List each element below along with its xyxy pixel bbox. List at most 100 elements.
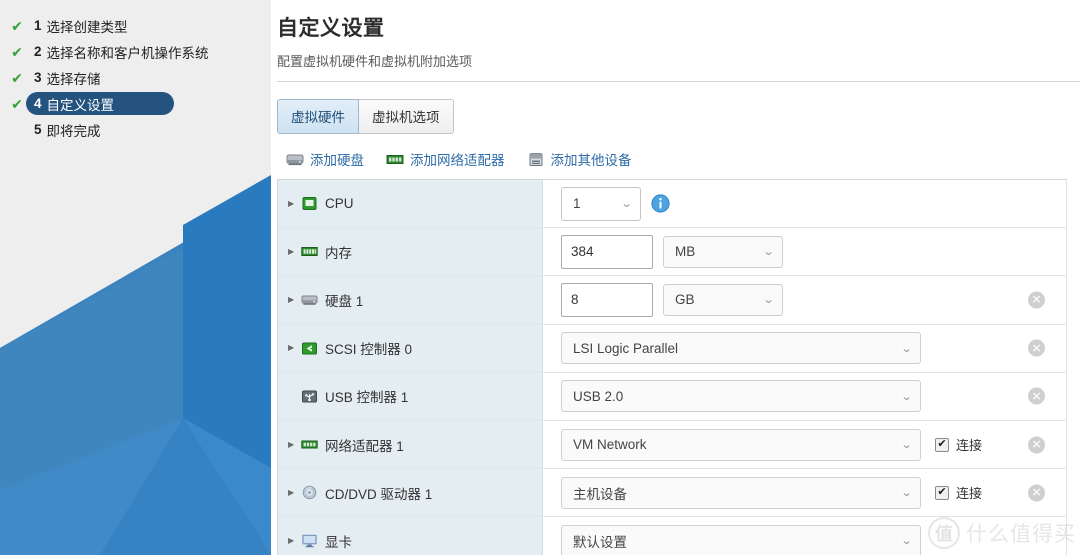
step-label: 选择存储 [46, 71, 101, 87]
memory-unit-select[interactable]: MB ⌄ [663, 235, 783, 268]
memory-size-value: 384 [571, 244, 594, 260]
connect-checkbox[interactable]: ✔ [935, 437, 949, 452]
info-icon[interactable] [651, 194, 670, 213]
step-number: 3 [34, 70, 42, 85]
table-row: ▶ 硬盘 1 8 GB ⌄ ✕ [278, 276, 1066, 325]
title-divider [277, 81, 1080, 82]
device-label-cell[interactable]: ▶ CD/DVD 驱动器 1 [278, 469, 543, 517]
chevron-right-icon[interactable]: ▶ [288, 199, 301, 208]
tab-vm-options[interactable]: 虚拟机选项 [359, 99, 454, 134]
table-row: ▶ CPU 1 ⌄ [278, 180, 1066, 229]
connect-option: ✔ 连接 [935, 435, 982, 454]
device-value-cell: 1 ⌄ [543, 180, 1066, 227]
video-card-value: 默认设置 [573, 534, 627, 550]
add-network-adapter-label: 添加网络适配器 [410, 153, 505, 168]
disk-unit-select[interactable]: GB ⌄ [663, 283, 783, 316]
other-device-icon [527, 152, 545, 167]
table-row: ▶ SCSI 控制器 0 LSI Logic Parallel ⌄ ✕ [278, 324, 1066, 373]
device-name: 硬盘 1 [325, 293, 364, 309]
wizard-sidebar: ✔ 1 选择创建类型 ✔ 2 选择名称和客户机操作系统 ✔ 3 选择存储 ✔ 4… [0, 0, 271, 555]
cddvd-source-value: 主机设备 [573, 486, 627, 502]
cddvd-source-select[interactable]: 主机设备 ⌄ [561, 476, 921, 509]
video-card-icon [301, 533, 318, 548]
chevron-right-icon[interactable]: ▶ [288, 295, 301, 304]
chevron-placeholder: ▶ [288, 392, 301, 400]
remove-device-button[interactable]: ✕ [1028, 484, 1045, 502]
add-hard-disk-button[interactable]: 添加硬盘 [286, 149, 364, 169]
connect-option: ✔ 连接 [935, 483, 982, 502]
add-other-device-label: 添加其他设备 [550, 153, 632, 168]
add-network-adapter-button[interactable]: 添加网络适配器 [386, 149, 505, 169]
memory-size-input[interactable]: 384 [561, 234, 653, 269]
chevron-right-icon[interactable]: ▶ [288, 344, 301, 352]
sidebar-step-3[interactable]: ✔ 3 选择存储 [0, 66, 271, 89]
chevron-down-icon: ⌄ [762, 246, 775, 259]
device-name: CD/DVD 驱动器 1 [325, 486, 433, 502]
table-row: ▶ [278, 372, 1066, 421]
device-toolbar: 添加硬盘 添加网络适配器 添加其他设备 [277, 149, 1080, 169]
usb-controller-icon [301, 389, 318, 404]
chevron-right-icon[interactable]: ▶ [288, 536, 301, 545]
hard-disk-icon [301, 292, 318, 307]
device-name: 网络适配器 1 [325, 438, 404, 454]
network-select[interactable]: VM Network ⌄ [561, 428, 921, 461]
check-icon: ✔ [11, 17, 23, 34]
cpu-count-value: 1 [573, 196, 581, 212]
remove-device-button[interactable]: ✕ [1028, 339, 1045, 357]
cpu-count-select[interactable]: 1 ⌄ [561, 186, 641, 221]
check-icon: ✔ [11, 95, 23, 112]
usb-controller-select[interactable]: USB 2.0 ⌄ [561, 380, 921, 413]
device-table: ▶ CPU 1 ⌄ ▶ 内存 384 MB ⌄ ▶ 硬盘 1 8 GB ⌄ ✕ … [277, 179, 1067, 555]
device-label-cell[interactable]: ▶ [278, 372, 543, 420]
remove-device-button[interactable]: ✕ [1028, 387, 1045, 405]
sidebar-step-1[interactable]: ✔ 1 选择创建类型 [0, 14, 271, 37]
video-card-select[interactable]: 默认设置 ⌄ [561, 524, 921, 555]
step-number: 4 [34, 96, 42, 111]
device-value-cell: 384 MB ⌄ [543, 228, 1066, 275]
device-label-cell[interactable]: ▶ 硬盘 1 [278, 276, 543, 324]
step-label: 选择名称和客户机操作系统 [46, 45, 209, 61]
device-name: USB 控制器 1 [325, 390, 409, 406]
connect-checkbox[interactable]: ✔ [935, 485, 949, 500]
sidebar-step-2[interactable]: ✔ 2 选择名称和客户机操作系统 [0, 40, 271, 63]
wizard-window: ✔ 1 选择创建类型 ✔ 2 选择名称和客户机操作系统 ✔ 3 选择存储 ✔ 4… [0, 0, 1080, 555]
step-label: 即将完成 [46, 123, 101, 139]
scsi-controller-select[interactable]: LSI Logic Parallel ⌄ [561, 332, 921, 365]
device-value-cell: 默认设置 ⌄ [543, 517, 1066, 555]
add-other-device-button[interactable]: 添加其他设备 [527, 149, 632, 169]
main-panel: 自定义设置 配置虚拟机硬件和虚拟机附加选项 虚拟硬件 虚拟机选项 添加硬盘 添加… [271, 0, 1080, 555]
device-value-cell: 主机设备 ⌄ ✔ 连接 ✕ [543, 469, 1066, 516]
network-adapter-icon [301, 437, 318, 452]
device-label-cell[interactable]: ▶ SCSI 控制器 0 [278, 324, 543, 372]
remove-device-button[interactable]: ✕ [1028, 291, 1045, 309]
device-label-cell[interactable]: ▶ 网络适配器 1 [278, 420, 543, 469]
chevron-right-icon[interactable]: ▶ [288, 247, 301, 256]
step-number: 5 [34, 122, 42, 137]
connect-label: 连接 [956, 486, 983, 502]
disk-size-value: 8 [571, 292, 579, 308]
disk-size-input[interactable]: 8 [561, 282, 653, 317]
scsi-controller-value: LSI Logic Parallel [573, 340, 679, 356]
device-name: CPU [325, 196, 354, 212]
page-title: 自定义设置 [277, 17, 385, 40]
hard-disk-icon [286, 152, 304, 167]
remove-device-button[interactable]: ✕ [1028, 436, 1045, 454]
chevron-right-icon[interactable]: ▶ [288, 488, 301, 497]
sidebar-step-5[interactable]: 5 即将完成 [0, 118, 271, 141]
network-adapter-icon [386, 152, 404, 167]
chevron-down-icon: ⌄ [620, 198, 633, 211]
device-name: SCSI 控制器 0 [325, 342, 413, 358]
sidebar-step-4[interactable]: ✔ 4 自定义设置 [0, 92, 271, 115]
chevron-down-icon: ⌄ [762, 294, 775, 307]
device-label-cell[interactable]: ▶ 显卡 [278, 517, 543, 555]
device-name: 显卡 [325, 534, 352, 550]
chevron-right-icon[interactable]: ▶ [288, 440, 301, 449]
check-icon: ✔ [11, 43, 23, 60]
tab-virtual-hardware[interactable]: 虚拟硬件 [277, 99, 359, 134]
connect-label: 连接 [956, 438, 983, 454]
device-label-cell[interactable]: ▶ CPU [278, 180, 543, 228]
page-subtitle: 配置虚拟机硬件和虚拟机附加选项 [277, 54, 473, 69]
device-label-cell[interactable]: ▶ 内存 [278, 228, 543, 276]
table-row: ▶ CD/DVD 驱动器 1 主机设备 ⌄ ✔ 连接 ✕ [278, 469, 1066, 518]
network-value: VM Network [573, 437, 647, 453]
